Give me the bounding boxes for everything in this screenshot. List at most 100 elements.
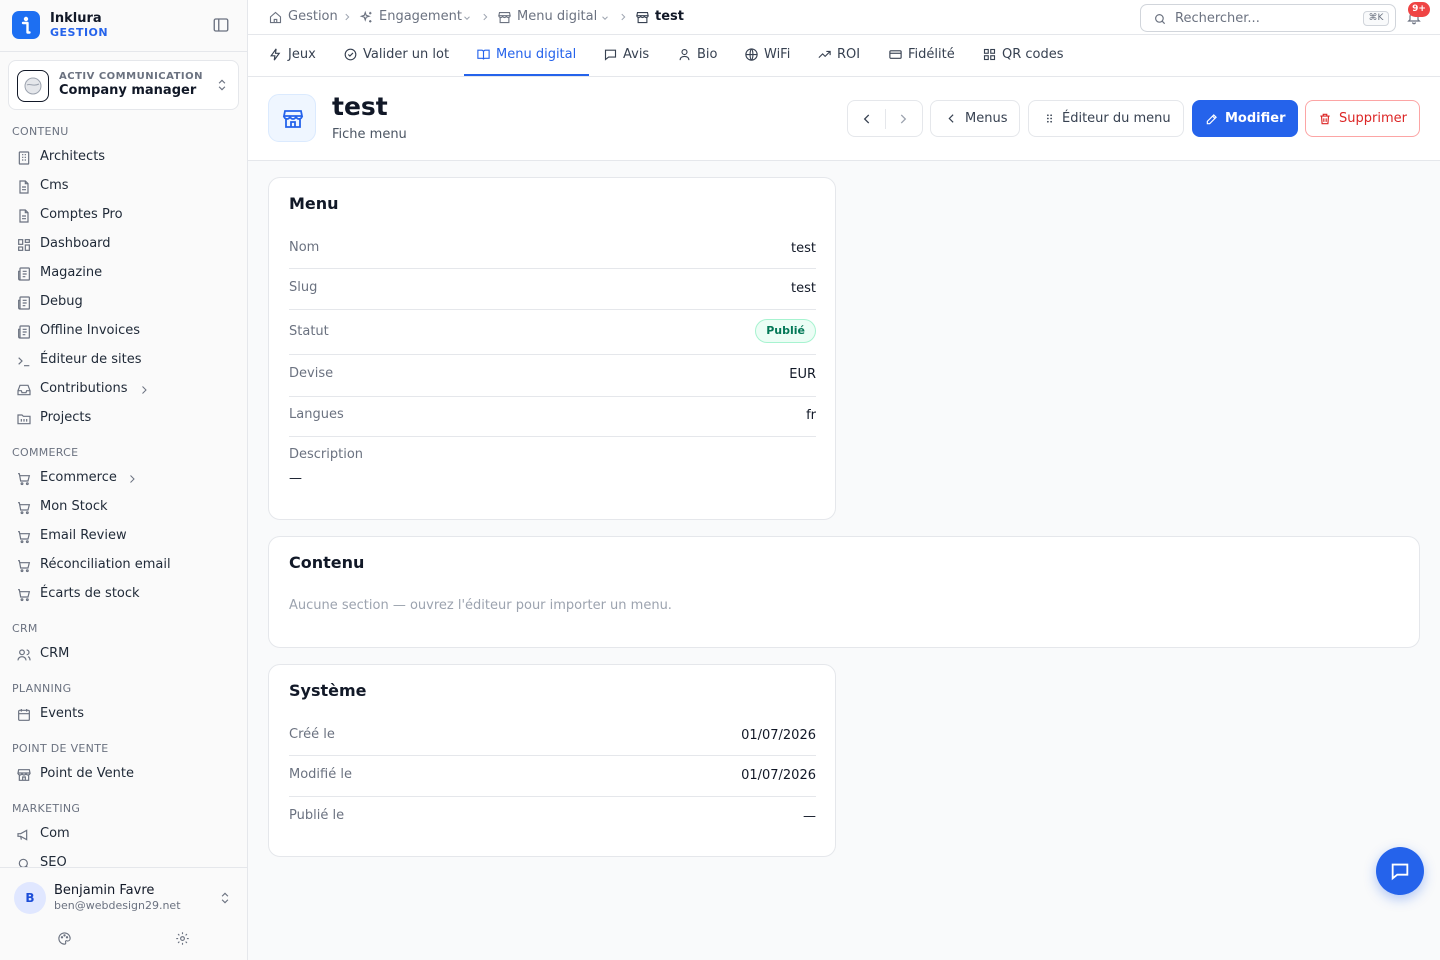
- sidebar-item-email-review[interactable]: Email Review: [8, 524, 239, 550]
- sidebar-item-point-de-vente[interactable]: Point de Vente: [8, 762, 239, 788]
- pencil-icon: [1205, 112, 1219, 126]
- tab-label: Fidélité: [908, 47, 955, 62]
- top-bar: Gestion Engagement Menu digital test ⌘K …: [248, 0, 1440, 35]
- field-row-slug: Slug test: [289, 269, 816, 310]
- record-pager: [847, 100, 923, 137]
- user-menu[interactable]: B Benjamin Favre ben@webdesign29.net: [0, 867, 247, 960]
- chevron-right-icon: [126, 473, 138, 485]
- sidebar-item-magazine[interactable]: Magazine: [8, 261, 239, 287]
- cart-icon: [16, 471, 32, 487]
- sidebar-item-label: Cms: [40, 178, 69, 193]
- search-box[interactable]: ⌘K: [1140, 4, 1396, 32]
- zap-icon: [268, 47, 283, 62]
- card-title: Menu: [289, 194, 339, 213]
- check-circle-icon: [343, 47, 358, 62]
- sidebar-item-debug[interactable]: Debug: [8, 290, 239, 316]
- chevron-left-icon: [945, 112, 958, 125]
- field-row-devise: Devise EUR: [289, 355, 816, 397]
- field-value: 01/07/2026: [741, 768, 816, 783]
- chevron-right-icon: [342, 12, 352, 22]
- tab-label: Valider un lot: [363, 47, 450, 62]
- brand-logo[interactable]: [12, 11, 40, 39]
- field-label: Description: [289, 447, 364, 462]
- sidebar-item-mon-stock[interactable]: Mon Stock: [8, 495, 239, 521]
- section-title-contenu: CONTENU: [12, 125, 69, 138]
- sidebar-item-projects[interactable]: Projects: [8, 406, 239, 432]
- sidebar: Inklura GESTION ACTIV COMMUNICATION Comp…: [0, 0, 248, 960]
- sidebar-item-seo[interactable]: SEO: [8, 851, 239, 868]
- book-open-icon: [476, 47, 491, 62]
- field-row-publie-le: Publié le —: [289, 797, 816, 838]
- field-row-langues: Langues fr: [289, 397, 816, 437]
- inbox-icon: [16, 382, 32, 398]
- sidebar-item-com[interactable]: Com: [8, 822, 239, 848]
- palette-icon[interactable]: [57, 931, 72, 946]
- newspaper-icon: [16, 324, 32, 340]
- sidebar-item-comptes-pro[interactable]: Comptes Pro: [8, 203, 239, 229]
- breadcrumb-label: Engagement: [379, 9, 462, 24]
- sidebar-item-editeur-de-sites[interactable]: Éditeur de sites: [8, 348, 239, 374]
- sidebar-item-cms[interactable]: Cms: [8, 174, 239, 200]
- tab-label: Jeux: [288, 47, 316, 62]
- breadcrumb-menu-digital[interactable]: Menu digital: [497, 9, 612, 27]
- section-title-crm: CRM: [12, 622, 38, 635]
- sidebar-item-offline-invoices[interactable]: Offline Invoices: [8, 319, 239, 345]
- cart-icon: [16, 587, 32, 603]
- cart-icon: [16, 558, 32, 574]
- content-card: Contenu Aucune section — ouvrez l'éditeu…: [268, 536, 1420, 648]
- newspaper-icon: [16, 266, 32, 282]
- sidebar-item-ecommerce[interactable]: Ecommerce: [8, 466, 239, 492]
- status-badge: Publié: [755, 319, 816, 343]
- sidebar-item-contributions[interactable]: Contributions: [8, 377, 239, 403]
- sidebar-item-label: Debug: [40, 294, 83, 309]
- field-value: test: [791, 281, 816, 296]
- sidebar-toggle-icon[interactable]: [212, 16, 230, 34]
- sidebar-item-label: Offline Invoices: [40, 323, 141, 338]
- gear-icon[interactable]: [175, 931, 190, 946]
- field-label: Slug: [289, 280, 318, 295]
- file-icon: [16, 208, 32, 224]
- building-icon: [16, 150, 32, 166]
- system-card: Système Créé le 01/07/2026 Modifié le 01…: [268, 664, 836, 857]
- search-shortcut: ⌘K: [1363, 11, 1389, 26]
- sidebar-item-reconciliation-email[interactable]: Réconciliation email: [8, 553, 239, 579]
- org-avatar: [17, 70, 49, 102]
- sidebar-item-ecarts-de-stock[interactable]: Écarts de stock: [8, 582, 239, 608]
- tab-label: Bio: [697, 47, 718, 62]
- chat-button[interactable]: [1376, 847, 1424, 895]
- module-tabs: Jeux Valider un lot Menu digital Avis Bi…: [248, 35, 1440, 77]
- sidebar-item-dashboard[interactable]: Dashboard: [8, 232, 239, 258]
- field-value: test: [791, 241, 816, 256]
- breadcrumb-label: Menu digital: [517, 9, 598, 24]
- sidebar-item-events[interactable]: Events: [8, 702, 239, 728]
- menus-button[interactable]: Menus: [930, 100, 1020, 137]
- menu-editor-button[interactable]: Éditeur du menu: [1028, 100, 1184, 137]
- sidebar-item-architects[interactable]: Architects: [8, 145, 239, 171]
- org-label: ACTIV COMMUNICATION: [59, 71, 204, 82]
- field-label: Statut: [289, 324, 329, 339]
- delete-button[interactable]: Supprimer: [1305, 100, 1420, 137]
- field-value: fr: [806, 408, 816, 423]
- field-row-statut: Statut Publié: [289, 310, 816, 355]
- sidebar-scroll-area: PLANNING Events POINT DE VENTE Point de …: [0, 680, 247, 868]
- message-icon: [603, 47, 618, 62]
- field-value: 01/07/2026: [741, 728, 816, 743]
- org-name: Company manager: [59, 83, 197, 98]
- grid-icon: [16, 237, 32, 253]
- main-content: Menu Nom test Slug test Statut Publié De…: [248, 161, 1440, 960]
- store-icon: [16, 767, 32, 783]
- section-title-point-de-vente: POINT DE VENTE: [12, 742, 109, 755]
- chevron-right-icon[interactable]: [896, 112, 910, 126]
- organization-switcher[interactable]: ACTIV COMMUNICATION Company manager: [8, 60, 239, 110]
- breadcrumb-engagement[interactable]: Engagement: [359, 9, 474, 27]
- chevron-down-icon: [462, 13, 472, 23]
- store-icon: [635, 10, 650, 25]
- sidebar-item-crm[interactable]: CRM: [8, 642, 239, 668]
- search-input[interactable]: [1175, 9, 1345, 27]
- field-label: Publié le: [289, 808, 345, 823]
- edit-button[interactable]: Modifier: [1192, 100, 1298, 137]
- sidebar-item-label: Email Review: [40, 528, 127, 543]
- globe-icon: [744, 47, 759, 62]
- sidebar-item-label: Ecommerce: [40, 470, 117, 485]
- chevron-left-icon[interactable]: [860, 112, 874, 126]
